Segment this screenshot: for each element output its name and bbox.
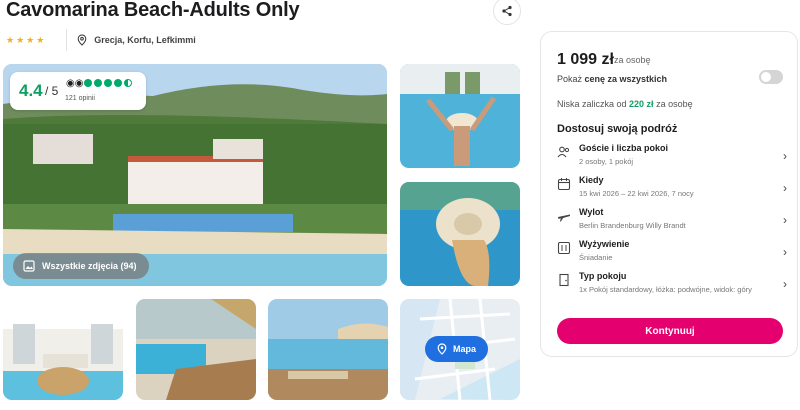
hotel-location[interactable]: Grecja, Korfu, Lefkimmi bbox=[94, 35, 196, 45]
tripadvisor-icon: ◉◉ bbox=[66, 78, 84, 89]
option-label: Goście i liczba pokoi bbox=[579, 143, 669, 153]
map-pin-icon bbox=[437, 343, 447, 355]
pool-photo-1[interactable] bbox=[400, 64, 520, 168]
deposit-info: Niska zaliczka od 220 zł za osobę bbox=[557, 99, 693, 109]
terrace-photo[interactable] bbox=[3, 299, 123, 400]
option-meals[interactable]: Wyżywienie Śniadanie › bbox=[557, 239, 787, 267]
option-value: Berlin Brandenburg Willy Brandt bbox=[579, 221, 686, 230]
option-value: 15 kwi 2026 – 22 kwi 2026, 7 nocy bbox=[579, 189, 694, 198]
chevron-right-icon: › bbox=[783, 149, 787, 163]
chevron-right-icon: › bbox=[783, 277, 787, 291]
option-label: Typ pokoju bbox=[579, 271, 627, 281]
option-flight[interactable]: Wylot Berlin Brandenburg Willy Brandt › bbox=[557, 207, 787, 235]
option-label: Wylot bbox=[579, 207, 604, 217]
booking-panel: 1 099 zł za osobę Pokaż cenę za wszystki… bbox=[540, 31, 798, 357]
all-photos-label: Wszystkie zdjęcia (94) bbox=[42, 261, 137, 271]
rating-dots bbox=[84, 79, 132, 87]
continue-button[interactable]: Kontynuuj bbox=[557, 318, 783, 344]
option-label: Kiedy bbox=[579, 175, 604, 185]
option-guests[interactable]: Goście i liczba pokoi 2 osoby, 1 pokój › bbox=[557, 143, 787, 171]
location-pin-icon bbox=[77, 34, 87, 46]
beach-photo[interactable] bbox=[268, 299, 388, 400]
chevron-right-icon: › bbox=[783, 213, 787, 227]
show-total-price-toggle[interactable] bbox=[759, 70, 783, 84]
rating-card[interactable]: 4.4 / 5 ◉◉ 121 opinii bbox=[10, 72, 146, 110]
chevron-right-icon: › bbox=[783, 245, 787, 259]
guests-icon bbox=[557, 146, 570, 158]
price-per-person: za osobę bbox=[614, 55, 651, 65]
option-value: 1x Pokój standardowy, łóżka: podwójne, w… bbox=[579, 285, 752, 294]
option-dates[interactable]: Kiedy 15 kwi 2026 – 22 kwi 2026, 7 nocy … bbox=[557, 175, 787, 203]
hotel-subheader: ★★★★ Grecja, Korfu, Lefkimmi bbox=[6, 29, 196, 51]
chevron-right-icon: › bbox=[783, 181, 787, 195]
price: 1 099 zł bbox=[557, 51, 614, 68]
show-total-price-label: Pokaż cenę za wszystkich bbox=[557, 74, 668, 84]
option-label: Wyżywienie bbox=[579, 239, 630, 249]
share-icon bbox=[502, 5, 512, 17]
meal-icon bbox=[557, 241, 571, 255]
option-value: Śniadanie bbox=[579, 253, 613, 262]
plane-icon bbox=[558, 214, 570, 222]
hotel-title: Cavomarina Beach-Adults Only bbox=[6, 0, 300, 21]
option-room-type[interactable]: Typ pokoju 1x Pokój standardowy, łóżka: … bbox=[557, 271, 787, 307]
review-count[interactable]: 121 opinii bbox=[65, 95, 95, 102]
share-button[interactable] bbox=[493, 0, 521, 25]
calendar-icon bbox=[557, 178, 571, 191]
map-button[interactable]: Mapa bbox=[425, 336, 489, 362]
rating-scale: / 5 bbox=[45, 84, 59, 98]
divider bbox=[66, 29, 68, 51]
customize-trip-heading: Dostosuj swoją podróż bbox=[557, 123, 678, 135]
pool-photo-2[interactable] bbox=[400, 182, 520, 286]
gallery-icon bbox=[23, 260, 35, 272]
option-value: 2 osoby, 1 pokój bbox=[579, 157, 634, 166]
pool-deck-photo[interactable] bbox=[136, 299, 256, 400]
all-photos-button[interactable]: Wszystkie zdjęcia (94) bbox=[13, 253, 149, 279]
map-label: Mapa bbox=[453, 344, 477, 354]
star-rating: ★★★★ bbox=[6, 34, 47, 45]
room-icon bbox=[559, 273, 569, 287]
rating-score: 4.4 bbox=[19, 81, 43, 100]
